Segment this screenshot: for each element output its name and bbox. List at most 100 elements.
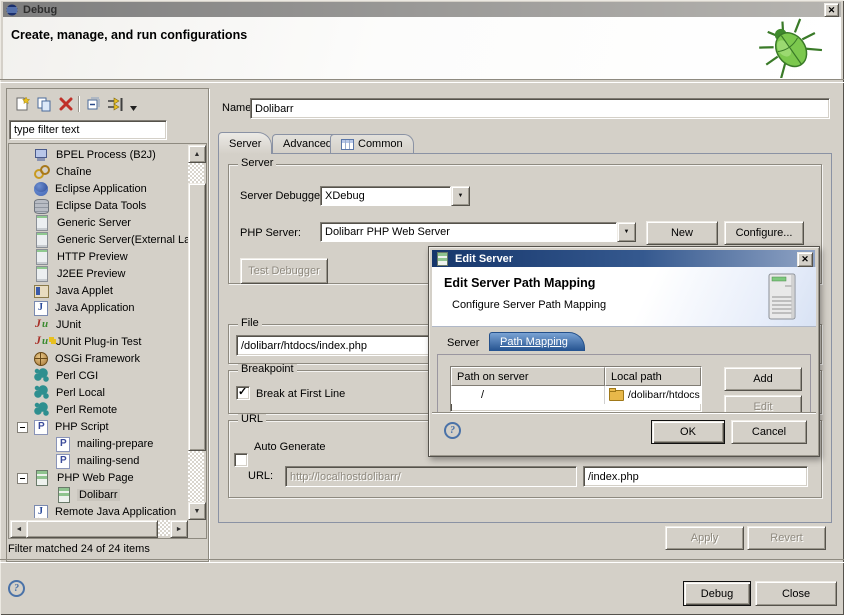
edit-mapping-button[interactable]: Edit [724, 395, 802, 413]
tree-item-dolibarr[interactable]: Dolibarr [10, 486, 188, 503]
php-server-combo[interactable]: Dolibarr PHP Web Server ▼ [320, 222, 636, 242]
tree-item-generic-server[interactable]: Generic Server [10, 214, 188, 231]
dialog-tab-path-mapping[interactable]: Path Mapping [489, 332, 585, 351]
configure-server-button[interactable]: Configure... [724, 221, 804, 245]
toolbar-menu-dropdown[interactable] [128, 99, 138, 117]
window-close-button[interactable]: ✕ [824, 3, 839, 17]
tree-horizontal-scrollbar[interactable]: ◄ ► [10, 520, 188, 536]
perl-icon [34, 402, 49, 417]
apply-button[interactable]: Apply [665, 526, 744, 550]
dialog-close-button[interactable]: ✕ [797, 252, 813, 267]
new-configuration-button[interactable] [12, 95, 31, 113]
chaine-icon [34, 164, 49, 179]
filter-status-text: Filter matched 24 of 24 items [8, 543, 150, 555]
break-first-line-checkbox[interactable] [236, 386, 250, 400]
tree-item-perl-remote[interactable]: Perl Remote [10, 401, 188, 418]
tree-item-junit[interactable]: JUnit [10, 316, 188, 333]
cancel-button[interactable]: Cancel [731, 420, 807, 444]
tree-item-eclipse-data-tools[interactable]: Eclipse Data Tools [10, 197, 188, 214]
auto-generate-label: Auto Generate [254, 441, 326, 453]
type-filter-input[interactable] [10, 121, 166, 139]
filter-arrows-icon [107, 97, 124, 112]
break-first-line-label: Break at First Line [256, 388, 345, 400]
auto-generate-checkbox[interactable] [234, 453, 248, 467]
tree-item-generic-server-external-la[interactable]: Generic Server(External La [10, 231, 188, 248]
server-icon [36, 215, 48, 231]
tree-item-perl-cgi[interactable]: Perl CGI [10, 367, 188, 384]
collapse-expander-icon[interactable] [17, 422, 28, 433]
server-debugger-combo[interactable]: XDebug ▼ [320, 186, 470, 206]
vertical-scroll-thumb[interactable] [188, 183, 206, 451]
configuration-name-input[interactable] [251, 99, 829, 118]
chevron-down-icon[interactable]: ▼ [617, 222, 636, 242]
applet-icon [34, 285, 49, 298]
php-icon [34, 420, 48, 435]
dialog-help-button[interactable]: ? [444, 422, 461, 439]
ju-icon [34, 334, 49, 349]
debug-button[interactable]: Debug [683, 581, 751, 606]
dialog-heading: Edit Server Path Mapping [444, 276, 595, 290]
url-label: URL: [248, 470, 273, 482]
eclipse-logo-icon [6, 4, 18, 16]
column-path-on-server[interactable]: Path on server [451, 367, 605, 386]
collapse-expander-icon[interactable] [17, 473, 28, 484]
path-mapping-table[interactable]: Path on server Local path //dolibarr/htd… [450, 366, 702, 412]
duplicate-configuration-button[interactable] [34, 95, 53, 113]
window-titlebar[interactable]: Debug ✕ [3, 2, 841, 17]
revert-button[interactable]: Revert [747, 526, 826, 550]
tree-item-bpel-process-b2j[interactable]: BPEL Process (B2J) [10, 146, 188, 163]
banner: Create, manage, and run configurations [3, 17, 841, 79]
tree-item-mailing-prepare[interactable]: mailing-prepare [10, 435, 188, 452]
tab-server[interactable]: Server [218, 132, 272, 154]
perl-icon [34, 385, 49, 400]
tree-item-php-web-page[interactable]: PHP Web Page [10, 469, 188, 486]
tree-item-http-preview[interactable]: HTTP Preview [10, 248, 188, 265]
close-button[interactable]: Close [755, 581, 837, 606]
ok-button[interactable]: OK [651, 420, 725, 444]
dialog-titlebar[interactable]: Edit Server ✕ [432, 250, 815, 267]
bpel-icon [34, 147, 49, 162]
column-local-path[interactable]: Local path [605, 367, 701, 386]
perl-icon [34, 368, 49, 383]
tree-item-cha-ne[interactable]: Chaîne [10, 163, 188, 180]
tree-item-j2ee-preview[interactable]: J2EE Preview [10, 265, 188, 282]
horizontal-scroll-thumb[interactable] [26, 520, 158, 538]
add-mapping-button[interactable]: Add [724, 367, 802, 391]
tree-item-eclipse-application[interactable]: Eclipse Application [10, 180, 188, 197]
url-group-legend: URL [238, 414, 266, 425]
scroll-up-button[interactable]: ▲ [188, 145, 206, 163]
folder-icon [609, 390, 624, 401]
configurations-tree: BPEL Process (B2J)ChaîneEclipse Applicat… [8, 143, 207, 539]
java-icon [34, 301, 48, 316]
delete-configuration-button[interactable] [56, 95, 75, 113]
tree-item-java-applet[interactable]: Java Applet [10, 282, 188, 299]
collapse-all-icon [86, 96, 102, 112]
tree-item-java-application[interactable]: Java Application [10, 299, 188, 316]
collapse-all-button[interactable] [84, 95, 103, 113]
delete-x-icon [59, 97, 73, 111]
server-group-legend: Server [238, 158, 276, 169]
php-server-label: PHP Server: [240, 227, 301, 239]
tab-common[interactable]: Common [330, 134, 414, 153]
table-icon [341, 139, 354, 150]
chevron-down-icon[interactable]: ▼ [451, 186, 470, 206]
test-debugger-button[interactable]: Test Debugger [240, 258, 328, 284]
url-path-input[interactable] [584, 467, 807, 486]
dialog-tab-server[interactable]: Server [439, 334, 487, 352]
tree-item-mailing-send[interactable]: mailing-send [10, 452, 188, 469]
path-mapping-row[interactable]: //dolibarr/htdocs [451, 386, 701, 404]
help-button[interactable]: ? [8, 580, 25, 597]
filter-configurations-button[interactable] [106, 95, 125, 113]
edit-server-dialog: Edit Server ✕ Edit Server Path Mapping C… [428, 246, 820, 457]
tree-vertical-scrollbar[interactable]: ▲ ▼ [188, 145, 204, 520]
tree-item-junit-plug-in-test[interactable]: JUnit Plug-in Test [10, 333, 188, 350]
scroll-right-button[interactable]: ► [170, 520, 188, 538]
tree-item-php-script[interactable]: PHP Script [10, 418, 188, 435]
scrollbar-corner [188, 520, 204, 536]
server-icon [36, 266, 48, 282]
scroll-down-button[interactable]: ▼ [188, 502, 206, 520]
tree-item-remote-java-application[interactable]: Remote Java Application [10, 503, 188, 518]
tree-item-osgi-framework[interactable]: OSGi Framework [10, 350, 188, 367]
new-server-button[interactable]: New [646, 221, 718, 245]
tree-item-perl-local[interactable]: Perl Local [10, 384, 188, 401]
